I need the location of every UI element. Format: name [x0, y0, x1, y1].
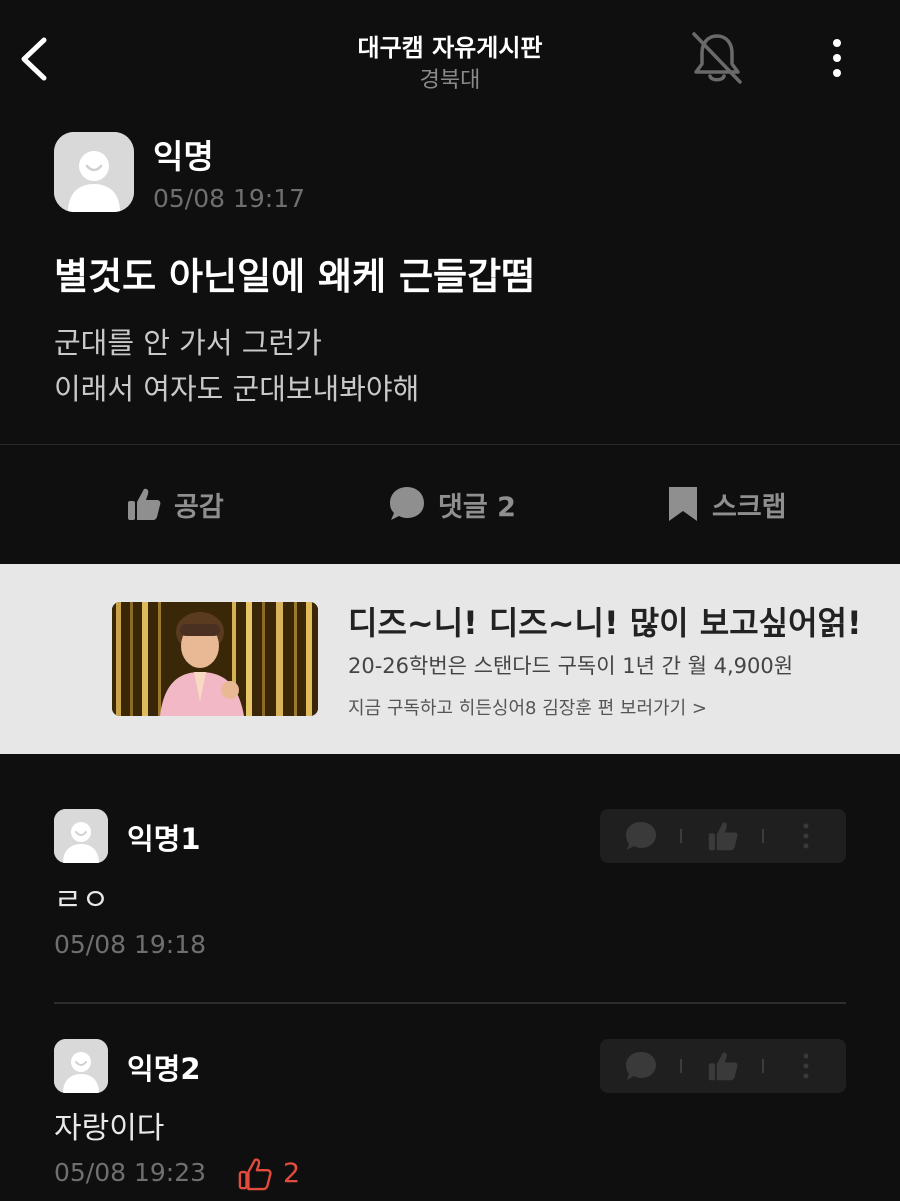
- more-options-button[interactable]: [822, 36, 852, 80]
- notification-toggle-button[interactable]: [690, 30, 744, 86]
- bookmark-icon: [669, 487, 697, 521]
- speech-bubble-icon: [390, 487, 424, 520]
- default-avatar-icon: [54, 132, 134, 212]
- board-title: 대구캠 자유게시판: [357, 34, 543, 62]
- post-timestamp: 05/08 19:17: [153, 184, 306, 213]
- comment-author: 익명2: [127, 1052, 201, 1086]
- ad-title: 디즈~니! 디즈~니! 많이 보고싶어얽!: [348, 604, 862, 642]
- comment-like-button[interactable]: [700, 1039, 746, 1093]
- scrap-label: 스크랩: [712, 491, 787, 523]
- reply-button[interactable]: [618, 1039, 664, 1093]
- top-bar: 대구캠 자유게시판 경북대: [0, 0, 900, 110]
- ad-banner[interactable]: 디즈~니! 디즈~니! 많이 보고싶어얽! 20-26학번은 스탠다드 구독이 …: [0, 564, 900, 754]
- reply-button[interactable]: [618, 809, 664, 863]
- separator: [680, 829, 682, 843]
- scrap-button[interactable]: 스크랩: [666, 482, 787, 526]
- post-body: 군대를 안 가서 그런가 이래서 여자도 군대보내봐야해: [54, 326, 420, 406]
- comment-text: 자랑이다: [54, 1111, 165, 1146]
- more-vertical-icon: [833, 39, 841, 77]
- thumbs-up-icon: [128, 488, 161, 520]
- comment-divider: [54, 1002, 846, 1004]
- comment-timestamp: 05/08 19:18: [54, 930, 207, 959]
- comment-avatar: [54, 1039, 108, 1093]
- comment-label: 댓글 2: [438, 491, 516, 523]
- comment-action-bar: [600, 809, 846, 863]
- comment-button[interactable]: 댓글 2: [388, 482, 516, 526]
- divider: [0, 444, 900, 445]
- like-label: 공감: [174, 491, 224, 523]
- comment-author: 익명1: [127, 822, 201, 856]
- comment-timestamp: 05/08 19:23: [54, 1158, 207, 1187]
- comment-avatar: [54, 809, 108, 863]
- thumbs-up-icon: [708, 822, 738, 851]
- thumbs-up-icon: [708, 1052, 738, 1081]
- ad-cta-link[interactable]: 지금 구독하고 히든싱어8 김장훈 편 보러가기 >: [348, 694, 707, 720]
- default-avatar-icon: [54, 1039, 108, 1093]
- like-button[interactable]: 공감: [126, 482, 224, 526]
- comment-text: ㄹㅇ: [54, 883, 110, 918]
- ad-subtitle: 20-26학번은 스탠다드 구독이 1년 간 월 4,900원: [348, 654, 794, 678]
- author-avatar: [54, 132, 134, 212]
- comment-more-button[interactable]: [786, 809, 826, 863]
- school-name: 경북대: [419, 68, 481, 93]
- ad-thumbnail-image: [112, 602, 318, 716]
- speech-bubble-icon: [626, 822, 656, 850]
- separator: [680, 1059, 682, 1073]
- separator: [762, 829, 764, 843]
- ad-thumbnail: [112, 602, 318, 716]
- comment-more-button[interactable]: [786, 1039, 826, 1093]
- post-author: 익명: [153, 137, 214, 176]
- comment-like-count: 2: [283, 1158, 301, 1189]
- default-avatar-icon: [54, 809, 108, 863]
- separator: [762, 1059, 764, 1073]
- more-vertical-icon: [803, 1053, 809, 1079]
- comment-action-bar: [600, 1039, 846, 1093]
- comment-like-button[interactable]: [700, 809, 746, 863]
- more-vertical-icon: [803, 823, 809, 849]
- bell-off-icon: [692, 32, 742, 84]
- thumbs-up-outline-icon: [238, 1158, 272, 1191]
- speech-bubble-icon: [626, 1052, 656, 1080]
- post-title: 별것도 아닌일에 왜케 근들갑떰: [54, 255, 536, 298]
